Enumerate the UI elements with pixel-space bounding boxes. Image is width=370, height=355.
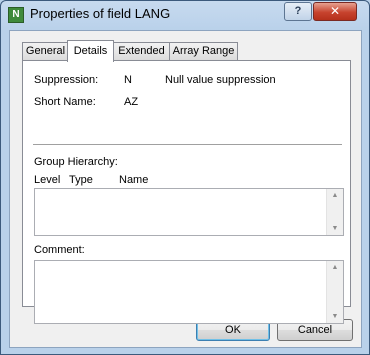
window-title: Properties of field LANG (30, 6, 171, 21)
details-panel: Suppression: N Null value suppression Sh… (22, 60, 351, 324)
short-name-value: AZ (124, 96, 139, 108)
group-hierarchy-list[interactable]: ▲ ▼ (34, 188, 344, 236)
tab-details[interactable]: Details (67, 40, 114, 62)
column-header-name: Name (119, 174, 149, 186)
dialog-client-area: General Details Extended Array Range Sup… (9, 30, 362, 348)
scroll-down-arrow-icon[interactable]: ▼ (327, 313, 343, 320)
comment-textarea[interactable]: ▲ ▼ (34, 260, 344, 324)
suppression-label: Suppression: (34, 74, 99, 86)
separator-line (33, 144, 342, 145)
suppression-value: N (124, 74, 132, 86)
scroll-up-arrow-icon[interactable]: ▲ (327, 192, 343, 199)
column-header-level: Level (34, 174, 61, 186)
column-header-type: Type (69, 174, 93, 186)
comment-label: Comment: (34, 244, 85, 256)
suppression-description: Null value suppression (165, 74, 276, 86)
scroll-up-arrow-icon[interactable]: ▲ (327, 264, 343, 271)
group-hierarchy-label: Group Hierarchy: (34, 156, 118, 168)
tab-general[interactable]: General (22, 42, 69, 60)
properties-dialog: N Properties of field LANG ? ✕ General D… (0, 0, 370, 355)
title-bar[interactable]: N Properties of field LANG ? ✕ (1, 1, 369, 29)
help-button[interactable]: ? (284, 2, 312, 21)
tab-extended[interactable]: Extended (113, 42, 170, 60)
tab-array-range[interactable]: Array Range (169, 42, 238, 60)
comment-scrollbar[interactable]: ▲ ▼ (326, 261, 343, 323)
close-button[interactable]: ✕ (313, 2, 357, 21)
short-name-label: Short Name: (34, 96, 96, 108)
group-hierarchy-scrollbar[interactable]: ▲ ▼ (326, 189, 343, 235)
app-icon: N (8, 7, 24, 23)
scroll-down-arrow-icon[interactable]: ▼ (327, 225, 343, 232)
